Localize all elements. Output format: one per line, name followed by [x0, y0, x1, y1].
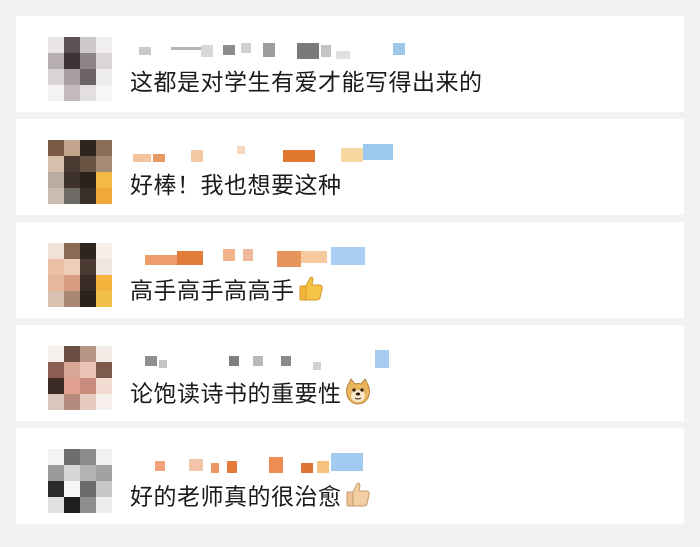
comment-feed: 这都是对学生有爱才能写得出来的 好棒！我也想要这种 高手高手高高手 论饱读诗书的… — [0, 0, 700, 547]
doge-face-icon — [344, 377, 372, 413]
avatar[interactable] — [48, 449, 112, 513]
nickname-obscured — [131, 453, 431, 473]
comment-text: 论饱读诗书的重要性 — [130, 377, 372, 413]
comment-text: 好棒！我也想要这种 — [130, 173, 342, 199]
comment-text: 这都是对学生有爱才能写得出来的 — [130, 70, 483, 96]
comment-card[interactable]: 好的老师真的很治愈 — [16, 428, 684, 524]
avatar[interactable] — [48, 140, 112, 204]
avatar[interactable] — [48, 243, 112, 307]
avatar[interactable] — [48, 346, 112, 410]
comment-card[interactable]: 好棒！我也想要这种 — [16, 119, 684, 215]
avatar[interactable] — [48, 37, 112, 101]
nickname-obscured — [131, 144, 431, 162]
nickname-obscured — [131, 41, 431, 59]
comment-card[interactable]: 高手高手高高手 — [16, 222, 684, 318]
nickname-obscured — [131, 247, 431, 267]
comment-card[interactable]: 这都是对学生有爱才能写得出来的 — [16, 16, 684, 112]
nickname-obscured — [131, 350, 431, 370]
comment-text: 高手高手高高手 — [130, 274, 325, 310]
comment-card[interactable]: 论饱读诗书的重要性 — [16, 325, 684, 421]
thumbs-up-icon — [344, 480, 372, 516]
comment-text: 好的老师真的很治愈 — [130, 480, 372, 516]
thumbs-up-icon — [297, 274, 325, 310]
